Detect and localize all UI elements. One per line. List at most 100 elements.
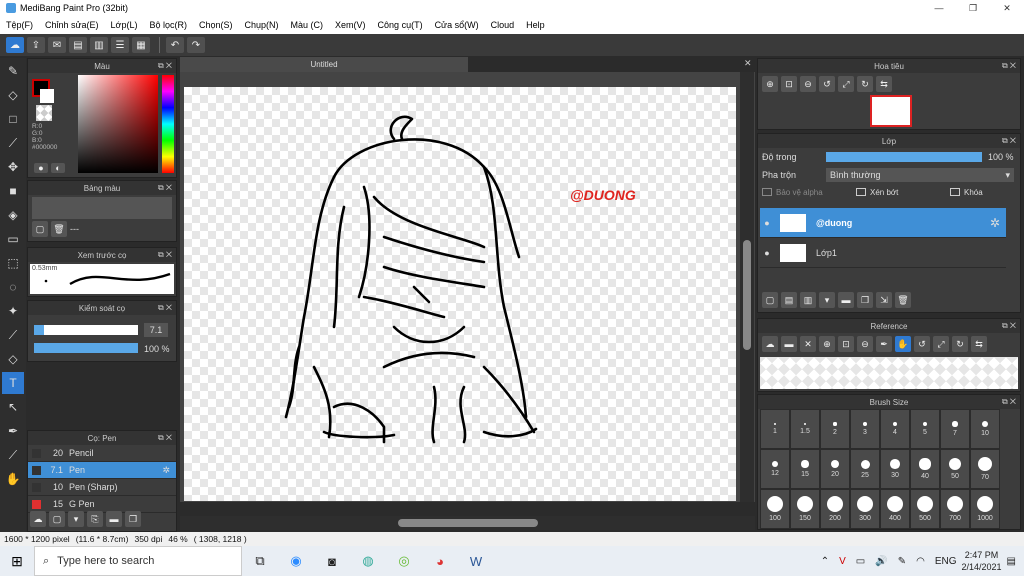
select-pen-tool-icon[interactable]: ⟋: [2, 324, 24, 346]
rotate-left-icon[interactable]: ↺: [819, 76, 835, 92]
clipping-checkbox[interactable]: [856, 188, 866, 196]
menu-select[interactable]: Chọn(S): [193, 20, 239, 30]
cloud-icon[interactable]: ☁: [6, 37, 24, 53]
maximize-button[interactable]: ❐: [956, 0, 990, 16]
reference-zoom-in-icon[interactable]: ⊕: [819, 336, 835, 352]
brush-size-option[interactable]: 25: [850, 449, 880, 489]
brush-copy-icon[interactable]: ⎘: [87, 511, 103, 527]
brush-size-option[interactable]: 3: [850, 409, 880, 449]
protect-alpha-checkbox[interactable]: [762, 188, 772, 196]
color-saturation-field[interactable]: [78, 75, 158, 173]
brush-new-icon[interactable]: ▢: [49, 511, 65, 527]
taskbar-search[interactable]: ⌕ Type here to search: [34, 546, 242, 576]
reference-rotate-right-icon[interactable]: ↻: [952, 336, 968, 352]
panel-close-icon[interactable]: ⧉ ✕: [1002, 61, 1016, 71]
brush-size-option[interactable]: 2: [820, 409, 850, 449]
add-palette-icon[interactable]: ▢: [32, 221, 48, 237]
panel-close-icon[interactable]: ⧉ ✕: [158, 303, 172, 313]
duplicate-layer-icon[interactable]: ❐: [857, 292, 873, 308]
brush-size-value[interactable]: 7.1: [144, 323, 168, 337]
layer-opacity-slider[interactable]: [826, 152, 982, 162]
color-option-icon[interactable]: ◐: [51, 163, 65, 173]
word-app-icon[interactable]: W: [458, 546, 494, 576]
network-icon[interactable]: ◠: [916, 556, 925, 567]
tray-chevron-icon[interactable]: ⌃: [821, 556, 829, 567]
rotate-right-icon[interactable]: ↻: [857, 76, 873, 92]
menu-cloud[interactable]: Cloud: [485, 20, 521, 30]
zoom-in-icon[interactable]: ⊕: [762, 76, 778, 92]
brush-item[interactable]: 20 Pencil: [28, 445, 176, 462]
eyedropper-tool-icon[interactable]: ✒: [2, 420, 24, 442]
drawing-canvas[interactable]: @DUONG: [184, 87, 736, 501]
layer-folder-icon[interactable]: ▬: [838, 292, 854, 308]
share-icon[interactable]: ⇪: [27, 37, 45, 53]
move-tool-icon[interactable]: ✥: [2, 156, 24, 178]
brush-size-option[interactable]: 1000: [970, 489, 1000, 529]
menu-tools[interactable]: Công cụ(T): [372, 20, 429, 30]
undo-icon[interactable]: ↶: [166, 37, 184, 53]
fit-window-icon[interactable]: ⤢: [838, 76, 854, 92]
brush-tool-icon[interactable]: ✎: [2, 60, 24, 82]
hue-slider[interactable]: [162, 75, 174, 173]
new-layer-icon[interactable]: ▢: [762, 292, 778, 308]
palette-list[interactable]: [32, 197, 172, 219]
brush-size-option[interactable]: 1: [760, 409, 790, 449]
eraser-tool-icon[interactable]: ◇: [2, 84, 24, 106]
brush-add-menu-icon[interactable]: ▾: [68, 511, 84, 527]
canvas-horizontal-scrollbar[interactable]: [180, 516, 755, 530]
panel-close-icon[interactable]: ⧉ ✕: [158, 433, 172, 443]
reference-close-icon[interactable]: ✕: [800, 336, 816, 352]
grid-icon[interactable]: ▦: [132, 37, 150, 53]
text-tool-icon[interactable]: T: [2, 372, 24, 394]
vertical-scroll-thumb[interactable]: [743, 240, 751, 350]
reference-rotate-left-icon[interactable]: ↺: [914, 336, 930, 352]
gradient-tool-icon[interactable]: ▭: [2, 228, 24, 250]
delete-palette-icon[interactable]: 🗑: [51, 221, 67, 237]
select-rect-tool-icon[interactable]: ⬚: [2, 252, 24, 274]
brush-size-option[interactable]: 500: [910, 489, 940, 529]
material-icon[interactable]: ▤: [69, 37, 87, 53]
panel-close-icon[interactable]: ⧉ ✕: [1002, 321, 1016, 331]
reference-flip-icon[interactable]: ⇆: [971, 336, 987, 352]
brush-size-option[interactable]: 70: [970, 449, 1000, 489]
reference-fit-icon[interactable]: ⊡: [838, 336, 854, 352]
menu-color[interactable]: Màu (C): [285, 20, 330, 30]
menu-snap[interactable]: Chụp(N): [239, 20, 285, 30]
layer-row[interactable]: ● Lớp1: [760, 238, 1006, 268]
reference-zoom-out-icon[interactable]: ⊖: [857, 336, 873, 352]
bucket-tool-icon[interactable]: ◈: [2, 204, 24, 226]
brush-item[interactable]: 7.1 Pen ✲: [28, 462, 176, 479]
merge-layer-icon[interactable]: ⇲: [876, 292, 892, 308]
delete-layer-icon[interactable]: 🗑: [895, 292, 911, 308]
flip-icon[interactable]: ⇆: [876, 76, 892, 92]
menu-view[interactable]: Xem(V): [329, 20, 372, 30]
menu-layer[interactable]: Lớp(L): [105, 20, 144, 30]
brush-size-option[interactable]: 5: [910, 409, 940, 449]
list-icon[interactable]: ☰: [111, 37, 129, 53]
operation-tool-icon[interactable]: ↖: [2, 396, 24, 418]
brush-size-option[interactable]: 4: [880, 409, 910, 449]
zoom-fit-icon[interactable]: ⊡: [781, 76, 797, 92]
panel-close-icon[interactable]: ⧉ ✕: [158, 183, 172, 193]
panel-close-icon[interactable]: ⧉ ✕: [158, 250, 172, 260]
input-language[interactable]: ENG: [935, 556, 957, 567]
zoom-out-icon[interactable]: ⊖: [800, 76, 816, 92]
document-close-icon[interactable]: ✕: [744, 58, 752, 69]
gear-icon[interactable]: ✲: [990, 216, 1000, 230]
brush-size-option[interactable]: 200: [820, 489, 850, 529]
panel-close-icon[interactable]: ⧉ ✕: [1002, 397, 1016, 407]
hand-tool-icon[interactable]: ✋: [2, 468, 24, 490]
brush-size-option[interactable]: 100: [760, 489, 790, 529]
transparent-color-swatch[interactable]: [36, 105, 52, 121]
brush-size-option[interactable]: 15: [790, 449, 820, 489]
brush-size-option[interactable]: 30: [880, 449, 910, 489]
select-eraser-tool-icon[interactable]: ◇: [2, 348, 24, 370]
horizontal-scroll-thumb[interactable]: [398, 519, 538, 527]
reference-eyedropper-icon[interactable]: ✒: [876, 336, 892, 352]
divide-tool-icon[interactable]: ⟋: [2, 444, 24, 466]
lasso-tool-icon[interactable]: ◌: [2, 276, 24, 298]
menu-edit[interactable]: Chỉnh sửa(E): [39, 20, 105, 30]
background-color-swatch[interactable]: [40, 89, 54, 103]
magic-wand-tool-icon[interactable]: ✦: [2, 300, 24, 322]
new-8bit-layer-icon[interactable]: ▥: [800, 292, 816, 308]
